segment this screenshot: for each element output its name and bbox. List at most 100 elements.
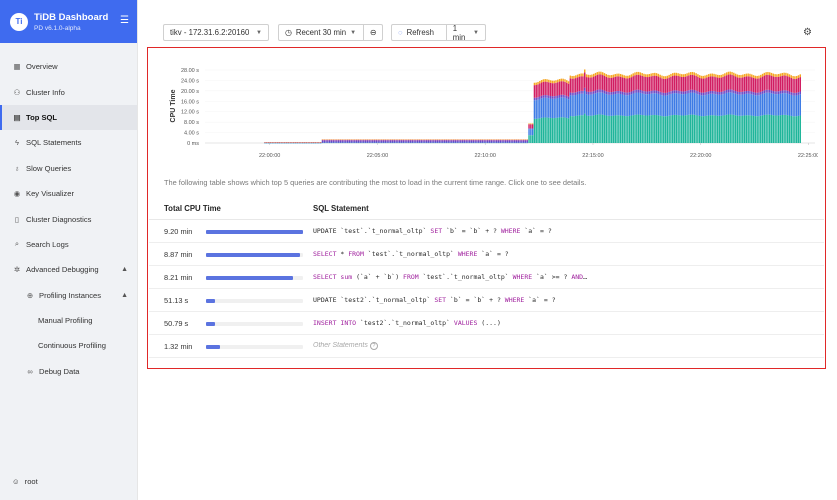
chart-bar-segment — [770, 72, 773, 76]
chart-bar-segment — [548, 79, 550, 83]
sidebar-item-manual-profiling[interactable]: Manual Profiling — [0, 308, 137, 333]
chart-bar-segment — [533, 118, 536, 143]
sidebar-item-overview[interactable]: ▦ Overview — [0, 54, 137, 79]
chart-bar-segment — [672, 75, 674, 91]
table-row[interactable]: 1.32 min Other Statements? — [149, 335, 824, 358]
chart-bar-segment — [452, 140, 455, 143]
menu-fold-icon[interactable]: ☰ — [120, 15, 129, 26]
y-tick-label: 0 ms — [187, 141, 199, 147]
chart-bar-segment — [420, 140, 422, 143]
chart-bar-segment — [625, 92, 627, 96]
chart-bar-segment — [788, 94, 791, 116]
chart-bar-segment — [540, 80, 543, 83]
chart-bar-segment — [582, 76, 584, 91]
chart-bar-segment — [406, 139, 408, 141]
chart-bar-segment — [799, 94, 801, 116]
chart-bar-segment — [409, 140, 412, 143]
chart-bar-segment — [686, 73, 688, 77]
sidebar-item-top-sql[interactable]: ▤ Top SQL — [0, 104, 137, 131]
chart-bar-segment — [758, 95, 760, 117]
chart-bar-segment — [327, 139, 329, 141]
chart-bar-segment — [677, 93, 679, 116]
chart-bar-segment — [557, 117, 559, 143]
chart-bar-segment — [346, 139, 349, 141]
chart-bar-segment — [591, 77, 593, 92]
sidebar-item-cluster-info[interactable]: ⚇ Cluster Info — [0, 79, 137, 104]
chart-bar-segment — [734, 91, 737, 94]
cpu-time-bar — [206, 345, 303, 349]
cpu-time-value: 51.13 s — [164, 296, 189, 305]
chart-bar-segment — [795, 78, 798, 93]
chart-bar-segment — [736, 91, 739, 95]
chart-bar-segment — [368, 140, 370, 143]
chart-bar-segment — [434, 139, 437, 141]
chart-bar-segment — [445, 139, 448, 141]
chart-bar-segment — [540, 95, 543, 99]
instance-select[interactable]: tikv - 172.31.6.2:20160 ▼ — [163, 24, 269, 41]
chart-bar-segment — [650, 93, 652, 116]
chart-bar-segment — [350, 140, 352, 143]
chart-bar-segment — [774, 91, 776, 95]
sidebar-item-key-visualizer[interactable]: ◉ Key Visualizer — [0, 181, 137, 206]
chart-bar-segment — [337, 140, 340, 143]
chart-bar-segment — [382, 140, 385, 143]
chart-bar-segment — [637, 114, 640, 143]
sidebar-item-slow-queries[interactable]: ♁ Slow Queries — [0, 156, 137, 181]
sidebar-item-debug-data[interactable]: ∞ Debug Data — [0, 359, 137, 384]
chart-bar-segment — [632, 93, 634, 116]
chart-bar-segment — [707, 115, 710, 143]
sidebar-item-search-logs[interactable]: ⌕ Search Logs — [0, 232, 137, 257]
chart-bar-segment — [677, 90, 679, 94]
chart-bar-segment — [618, 76, 620, 91]
question-circle-icon[interactable]: ? — [369, 342, 378, 350]
chart-bar-segment — [440, 139, 442, 141]
chart-bar-segment — [790, 115, 793, 143]
chart-bar-segment — [734, 93, 737, 116]
chart-bar-segment — [684, 76, 687, 92]
table-row[interactable]: 51.13 s UPDATE `test2`.`t_normal_oltp` SE… — [149, 289, 824, 312]
chart-bar-segment — [767, 74, 769, 90]
chart-bar-segment — [783, 90, 785, 94]
chart-bar-segment — [566, 117, 568, 143]
sidebar-item-profiling-instances[interactable]: ⊕ Profiling Instances ▲ — [0, 283, 137, 308]
table-row[interactable]: 50.79 s INSERT INTO `test2`.`t_normal_olt… — [149, 312, 824, 335]
chart-bar-segment — [501, 140, 503, 143]
table-row[interactable]: 8.21 min SELECT sum (`a` + `b`) FROM `tes… — [149, 266, 824, 289]
chart-bar-segment — [628, 92, 631, 95]
table-row[interactable]: 8.87 min SELECT * FROM `test`.`t_normal_o… — [149, 243, 824, 266]
zoom-out-button[interactable]: ⊖ — [363, 25, 382, 40]
cpu-time-value: 8.87 min — [164, 250, 193, 259]
chart-bar-segment — [639, 114, 642, 143]
chart-bar-segment — [359, 139, 361, 141]
chart-bar-segment — [463, 140, 466, 143]
sidebar-item-advanced-debugging[interactable]: ✲ Advanced Debugging ▲ — [0, 257, 137, 282]
sidebar-item-cluster-diagnostics[interactable]: ▯ Cluster Diagnostics — [0, 206, 137, 231]
refresh-button[interactable]: ◌ Refresh — [392, 25, 446, 40]
chart-bar-segment — [736, 74, 739, 78]
chart-bar-segment — [456, 139, 458, 141]
chart-bar-segment — [727, 71, 730, 75]
cpu-time-value: 50.79 s — [164, 319, 189, 328]
table-row[interactable]: 9.20 min UPDATE `test`.`t_normal_oltp` SE… — [149, 220, 824, 243]
chart-bar-segment — [618, 73, 620, 77]
chart-bar-segment — [336, 139, 338, 141]
interval-select[interactable]: 1 min ▼ — [445, 24, 485, 42]
chart-bar-segment — [747, 93, 749, 116]
chart-bar-segment — [343, 140, 345, 143]
chart-bar-segment — [594, 90, 597, 94]
chart-bar-segment — [533, 100, 536, 119]
time-range-picker[interactable]: ◷ Recent 30 min ▼ ⊖ — [278, 24, 383, 41]
chart-bar-segment — [786, 90, 789, 94]
chart-bar-segment — [786, 93, 789, 116]
chart-bar-segment — [503, 139, 505, 141]
user-menu[interactable]: ☺ root — [12, 477, 38, 486]
settings-gear-icon[interactable]: ⚙ — [803, 27, 812, 38]
sidebar-item-sql-statements[interactable]: ϟ SQL Statements — [0, 130, 137, 155]
sidebar-item-continuous-profiling[interactable]: Continuous Profiling — [0, 333, 137, 358]
chart-bar-segment — [691, 71, 694, 75]
chart-bar-segment — [745, 115, 748, 143]
chart-bar-segment — [582, 90, 584, 94]
chart-bar-segment — [794, 92, 796, 96]
chart-bar-segment — [337, 139, 340, 141]
chart-bar-segment — [720, 77, 722, 92]
